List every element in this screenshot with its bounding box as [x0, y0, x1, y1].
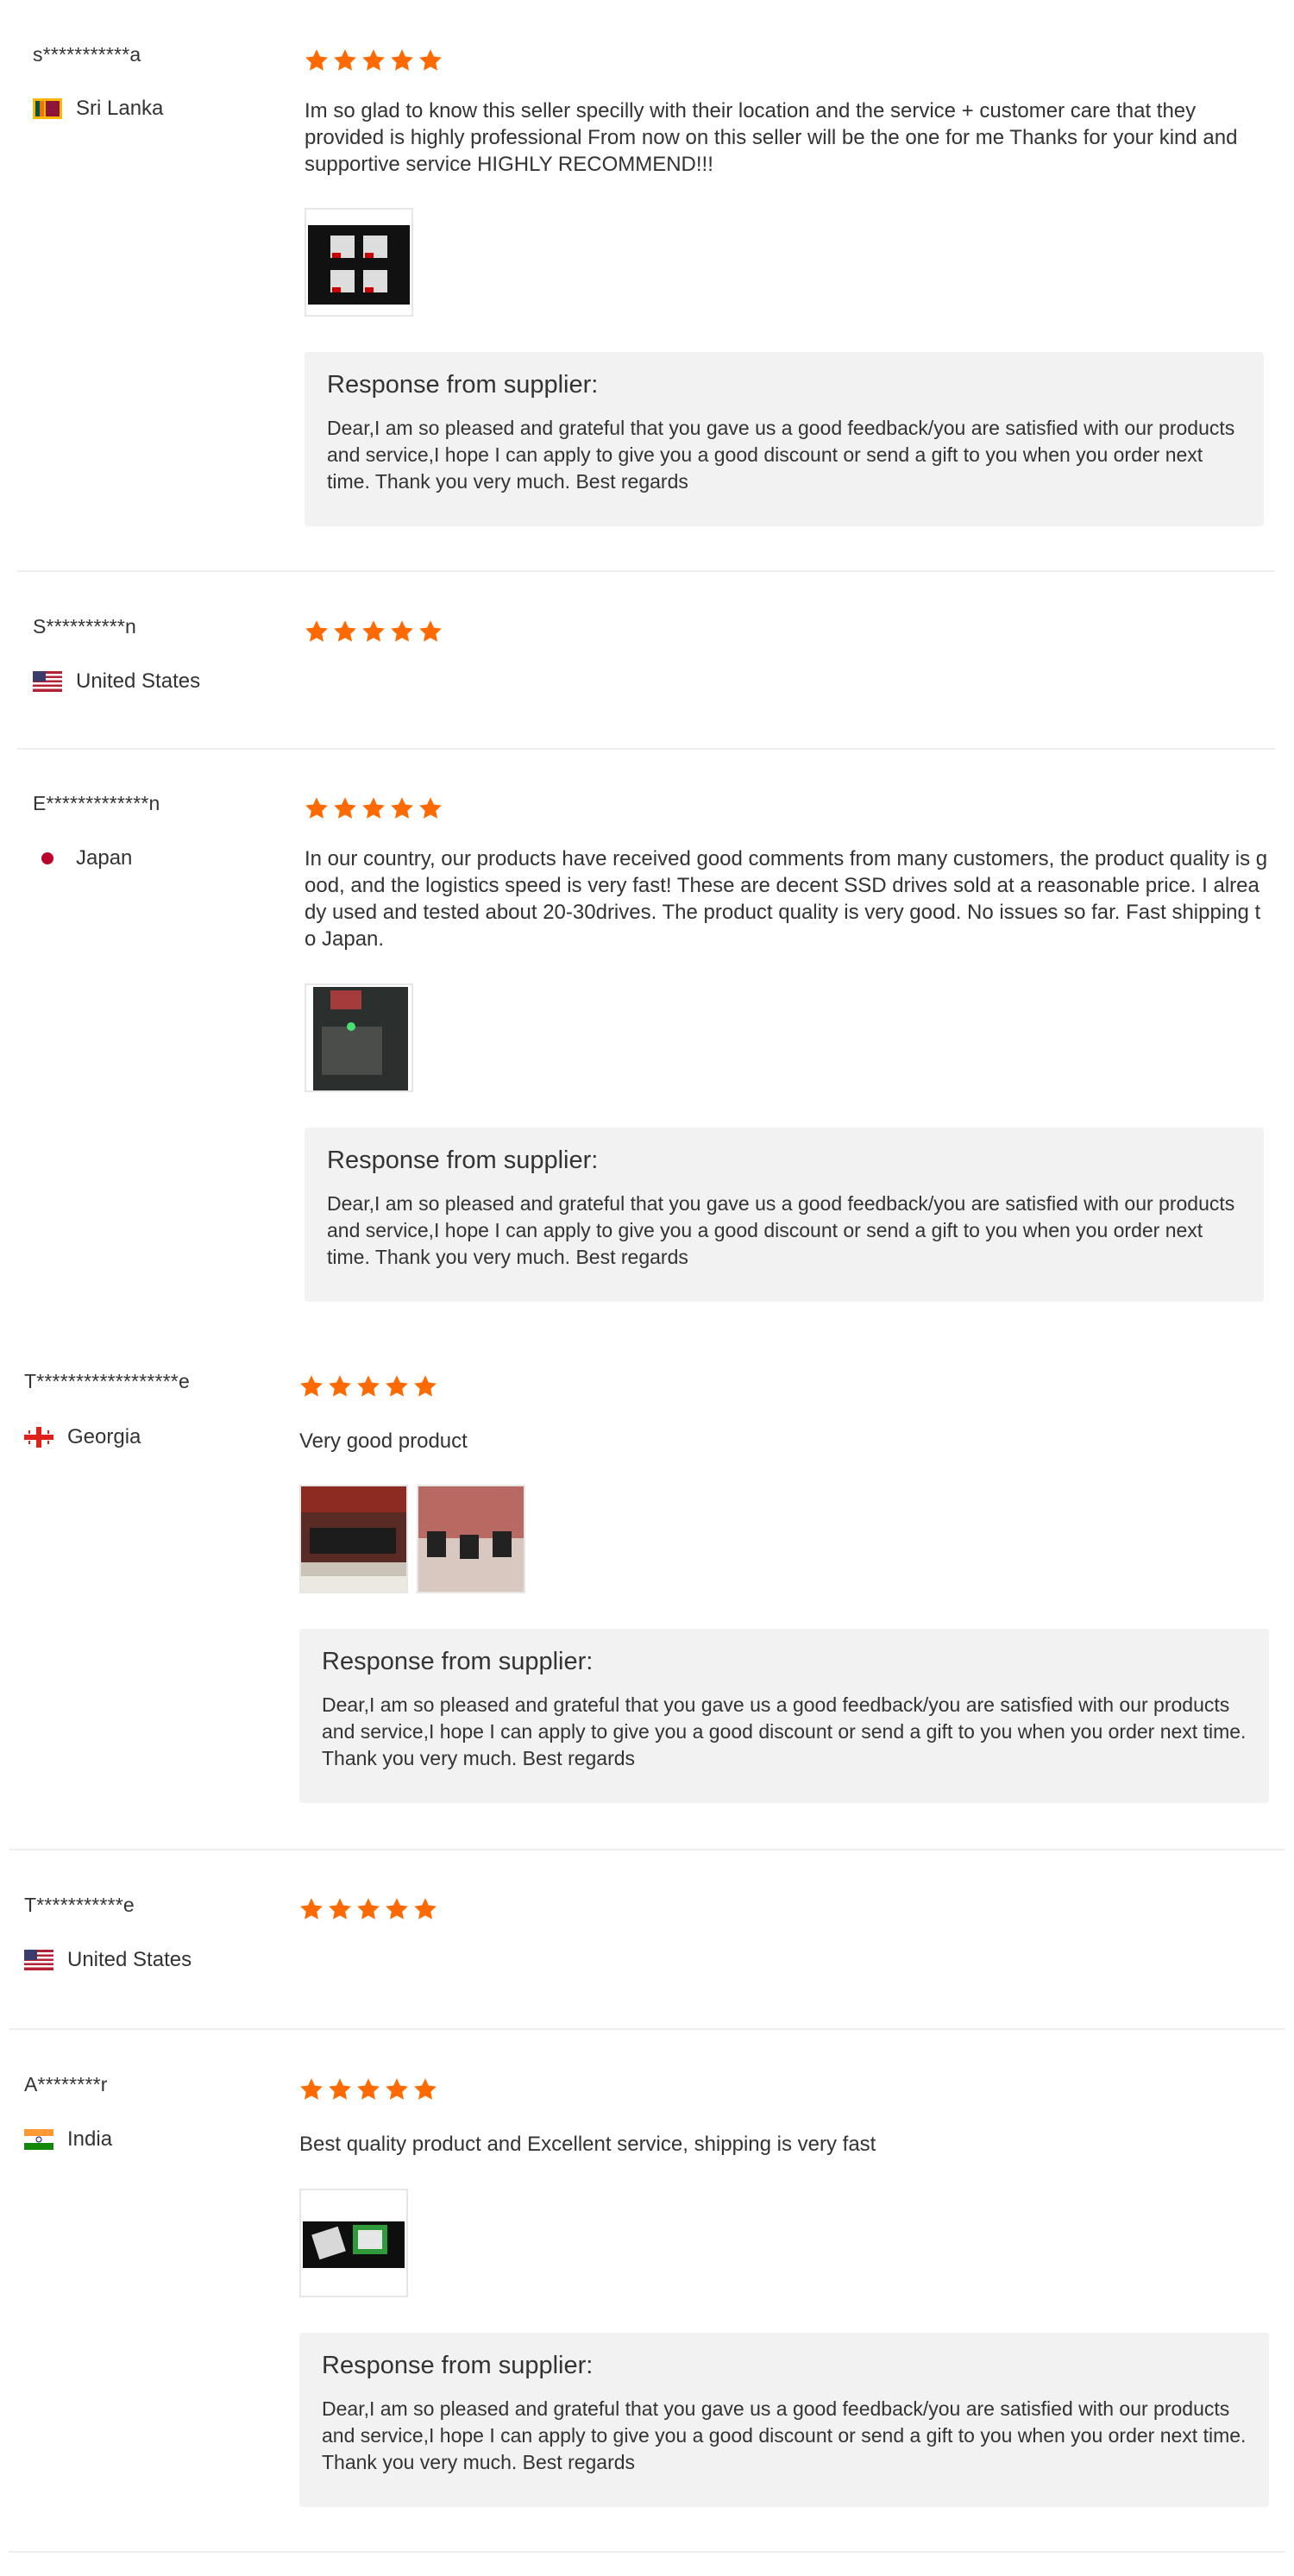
supplier-response: Response from supplier: Dear,I am so ple…: [305, 1128, 1264, 1302]
reviewer-country: United States: [24, 1948, 192, 1972]
review-divider: [9, 2028, 1285, 2030]
review-photos: [299, 2189, 408, 2297]
reviewer-name: A********r: [24, 2073, 108, 2095]
country-name: Japan: [76, 846, 133, 870]
star-icon: [332, 795, 358, 821]
japan-flag-icon: [33, 848, 62, 869]
rating-stars: [298, 2077, 438, 2102]
review-comment: Im so glad to know this seller specilly …: [305, 99, 1238, 176]
star-icon: [332, 619, 358, 644]
star-icon: [389, 47, 415, 73]
review-photos: [305, 983, 413, 1092]
reviewer-name: T***********e: [24, 1894, 135, 1916]
us-flag-icon: [24, 1950, 53, 1970]
reviewer-name: E*************n: [33, 792, 160, 814]
reviewer-name: s***********a: [33, 43, 141, 66]
star-icon: [355, 1896, 381, 1922]
reviewer-country: Georgia: [24, 1425, 141, 1449]
star-icon: [298, 2077, 324, 2102]
us-flag-icon: [33, 671, 62, 692]
reviewer-country: Sri Lanka: [33, 97, 163, 121]
reviewer-name: S**********n: [33, 615, 137, 638]
star-icon: [327, 2077, 353, 2102]
star-icon: [355, 1373, 381, 1399]
rating-stars: [298, 1373, 438, 1399]
country-name: Georgia: [67, 1425, 141, 1448]
star-icon: [298, 1373, 324, 1399]
star-icon: [418, 795, 443, 821]
response-title: Response from supplier:: [327, 371, 599, 399]
review-divider: [17, 570, 1275, 572]
supplier-response: Response from supplier: Dear,I am so ple…: [305, 352, 1264, 526]
star-icon: [412, 1896, 438, 1922]
rating-stars: [298, 1896, 438, 1922]
star-icon: [361, 795, 386, 821]
star-icon: [384, 1896, 410, 1922]
star-icon: [384, 1373, 410, 1399]
country-name: United States: [67, 1948, 192, 1971]
rating-stars: [304, 795, 443, 821]
star-icon: [361, 47, 386, 73]
star-icon: [304, 795, 330, 821]
rating-stars: [304, 619, 443, 644]
star-icon: [332, 47, 358, 73]
star-icon: [389, 795, 415, 821]
reviewer-name: T******************e: [24, 1370, 190, 1392]
review-comment: In our country, our products have receiv…: [305, 847, 1268, 951]
review-photo[interactable]: [299, 1485, 408, 1593]
review-divider: [9, 1849, 1285, 1850]
star-icon: [355, 2077, 381, 2102]
review-photos: [299, 1485, 525, 1593]
georgia-flag-icon: [24, 1427, 53, 1448]
response-text: Dear,I am so pleased and grateful that y…: [322, 2397, 1247, 2473]
star-icon: [412, 2077, 438, 2102]
response-text: Dear,I am so pleased and grateful that y…: [327, 417, 1235, 493]
review-photo[interactable]: [305, 208, 413, 317]
star-icon: [298, 1896, 324, 1922]
response-title: Response from supplier:: [327, 1147, 599, 1174]
sri-lanka-flag-icon: [33, 98, 62, 119]
review-divider: [9, 2551, 1285, 2553]
star-icon: [389, 619, 415, 644]
response-text: Dear,I am so pleased and grateful that y…: [327, 1192, 1235, 1268]
star-icon: [361, 619, 386, 644]
star-icon: [418, 47, 443, 73]
country-name: Sri Lanka: [76, 97, 164, 120]
star-icon: [327, 1373, 353, 1399]
rating-stars: [304, 47, 443, 73]
response-title: Response from supplier:: [322, 1648, 594, 1675]
response-title: Response from supplier:: [322, 2352, 594, 2379]
star-icon: [304, 47, 330, 73]
review-divider: [17, 748, 1275, 750]
star-icon: [304, 619, 330, 644]
india-flag-icon: [24, 2129, 53, 2150]
supplier-response: Response from supplier: Dear,I am so ple…: [299, 2333, 1269, 2507]
reviewer-country: United States: [33, 669, 200, 694]
country-name: United States: [76, 669, 201, 693]
review-photos: [305, 208, 413, 317]
star-icon: [327, 1896, 353, 1922]
review-photo[interactable]: [299, 2189, 408, 2297]
review-comment: Very good product: [299, 1429, 468, 1453]
star-icon: [418, 619, 443, 644]
star-icon: [384, 2077, 410, 2102]
supplier-response: Response from supplier: Dear,I am so ple…: [299, 1629, 1269, 1803]
review-comment: Best quality product and Excellent servi…: [299, 2133, 876, 2156]
reviewer-country: India: [24, 2127, 112, 2152]
country-name: India: [67, 2127, 113, 2151]
response-text: Dear,I am so pleased and grateful that y…: [322, 1693, 1247, 1769]
star-icon: [412, 1373, 438, 1399]
review-photo[interactable]: [417, 1485, 525, 1593]
review-photo[interactable]: [305, 983, 413, 1092]
reviewer-country: Japan: [33, 846, 132, 870]
